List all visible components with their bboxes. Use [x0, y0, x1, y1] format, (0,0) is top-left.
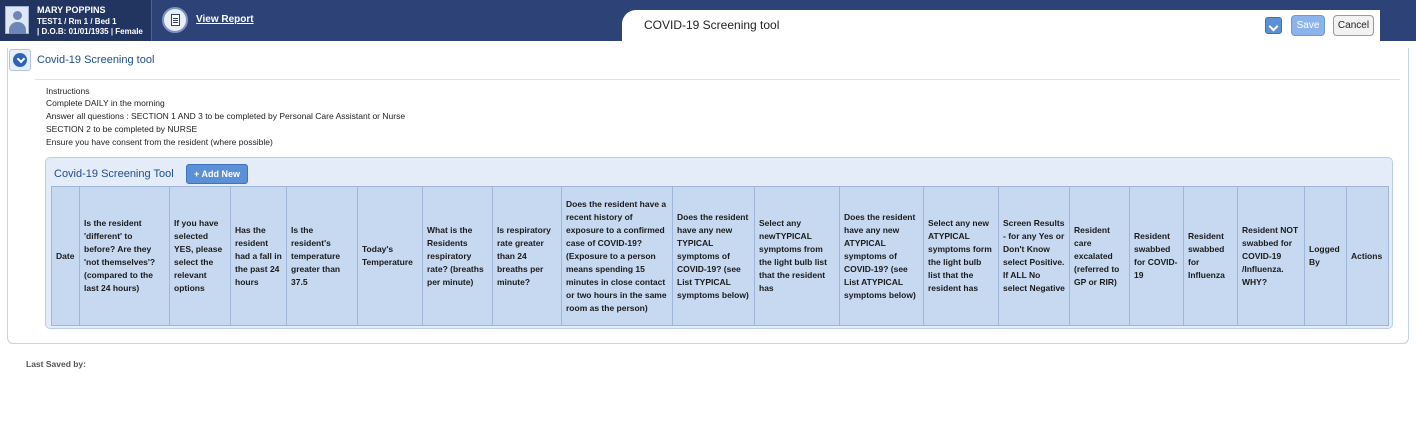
patient-details: | D.O.B: 01/01/1935 | Female: [37, 27, 143, 36]
column-header[interactable]: Is the resident 'different' to before? A…: [79, 186, 170, 326]
grid-title: Covid-19 Screening Tool: [54, 168, 174, 180]
last-saved-label: Last Saved by:: [26, 359, 86, 369]
column-header[interactable]: Logged By: [1304, 186, 1347, 326]
report-icon[interactable]: [162, 7, 188, 33]
instruction-line: Ensure you have consent from the residen…: [46, 137, 273, 147]
column-header[interactable]: Resident swabbed for COVID-19: [1129, 186, 1184, 326]
column-header[interactable]: Screen Results - for any Yes or Don't Kn…: [998, 186, 1070, 326]
column-header[interactable]: Resident care excalated (referred to GP …: [1069, 186, 1130, 326]
divider: [35, 79, 1400, 80]
add-new-button[interactable]: + Add New: [186, 164, 248, 184]
collapse-icon[interactable]: [9, 49, 31, 71]
column-header[interactable]: Select any newTYPICAL symptoms from the …: [754, 186, 840, 326]
column-header[interactable]: Resident NOT swabbed for COVID-19 /Influ…: [1237, 186, 1305, 326]
column-header[interactable]: Does the resident have a recent history …: [561, 186, 673, 326]
column-header[interactable]: If you have selected YES, please select …: [169, 186, 231, 326]
chevron-down-icon[interactable]: [1265, 17, 1282, 34]
column-header[interactable]: Date: [51, 186, 80, 326]
patient-name: MARY POPPINS: [37, 5, 106, 15]
form-title: COVID-19 Screening tool: [644, 18, 780, 32]
table-header-row: Date Is the resident 'different' to befo…: [51, 186, 1389, 326]
instructions-heading: Instructions: [46, 86, 90, 96]
instruction-line: Answer all questions : SECTION 1 AND 3 t…: [46, 111, 406, 121]
column-header[interactable]: Has the resident had a fall in the past …: [230, 186, 287, 326]
column-header[interactable]: Is respiratory rate greater than 24 brea…: [492, 186, 562, 326]
view-report-link[interactable]: View Report: [196, 14, 254, 25]
save-button[interactable]: Save: [1291, 15, 1325, 36]
column-header[interactable]: Does the resident have any new ATYPICAL …: [839, 186, 924, 326]
column-header[interactable]: Today's Temperature: [357, 186, 423, 326]
column-header[interactable]: What is the Residents respiratory rate? …: [422, 186, 493, 326]
section-title: Covid-19 Screening tool: [37, 54, 155, 66]
column-header[interactable]: Does the resident have any new TYPICAL s…: [672, 186, 755, 326]
column-header[interactable]: Actions: [1346, 186, 1389, 326]
cancel-button[interactable]: Cancel: [1333, 15, 1374, 36]
instruction-line: SECTION 2 to be completed by NURSE: [46, 124, 198, 134]
column-header[interactable]: Select any new ATYPICAL symptoms form th…: [923, 186, 999, 326]
patient-avatar: [5, 6, 29, 34]
patient-location: TEST1 / Rm 1 / Bed 1: [37, 17, 117, 26]
screening-table: Date Is the resident 'different' to befo…: [51, 186, 1389, 326]
column-header[interactable]: Is the resident's temperature greater th…: [286, 186, 358, 326]
patient-banner: MARY POPPINS TEST1 / Rm 1 / Bed 1 | D.O.…: [0, 0, 152, 41]
instruction-line: Complete DAILY in the morning: [46, 98, 165, 108]
column-header[interactable]: Resident swabbed for Influenza: [1183, 186, 1238, 326]
